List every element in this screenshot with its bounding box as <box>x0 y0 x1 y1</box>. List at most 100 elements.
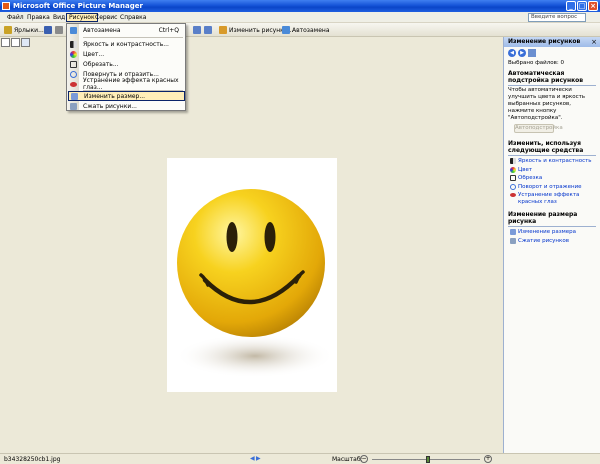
menu-file[interactable]: Файл <box>5 13 26 22</box>
menu-item-label: Сжать рисунки... <box>83 102 137 110</box>
minimize-button[interactable]: _ <box>566 1 576 11</box>
zoom-slider-thumb[interactable] <box>426 456 431 463</box>
ask-question-input[interactable]: Введите вопрос <box>528 13 586 22</box>
status-filename: b34328250cb1.jpg <box>4 456 61 463</box>
tool-link-label: Сжатие рисунков <box>518 237 569 244</box>
filmstrip-view-icon[interactable] <box>11 38 20 47</box>
menu-item-label: Автозамена <box>83 26 121 34</box>
resize-icon <box>71 92 78 100</box>
zoom-in-icon[interactable]: + <box>484 455 492 463</box>
menu-item-color[interactable]: Цвет... <box>68 49 185 59</box>
rotate-icon <box>510 183 516 190</box>
menu-view[interactable]: Вид <box>51 13 67 22</box>
back-arrow-icon[interactable]: ◀ <box>508 49 516 57</box>
color-icon <box>510 166 516 173</box>
tool-link-color[interactable]: Цвет <box>504 166 600 175</box>
menu-item-crop[interactable]: Обрезать... <box>68 59 185 69</box>
menu-bar: Файл Правка Вид Рисунок Сервис Справка В… <box>0 12 600 23</box>
tool-link-redeye[interactable]: Устранение эффекта красных глаз <box>504 191 600 206</box>
autocorrect-icon <box>282 26 290 34</box>
edit-pictures-task-pane: Изменение рисунков × ◀ ▶ Выбрано файлов:… <box>503 37 600 453</box>
auto-correct-description: Чтобы автоматически улучшить цвета и ярк… <box>508 87 586 121</box>
menu-edit[interactable]: Правка <box>25 13 52 22</box>
autocorrect-label: Автозамена <box>292 26 330 34</box>
shortcuts-icon <box>4 26 12 34</box>
print-button[interactable] <box>55 25 63 35</box>
zoom-slider-track[interactable] <box>372 456 480 463</box>
menu-help[interactable]: Справка <box>118 13 148 22</box>
compress-icon <box>70 102 77 110</box>
forward-arrow-icon[interactable]: ▶ <box>518 49 526 57</box>
menu-item-label: Яркость и контрастность... <box>83 40 169 48</box>
compress-icon <box>510 237 516 244</box>
color-icon <box>70 50 77 58</box>
task-pane-nav: ◀ ▶ <box>504 47 600 58</box>
menu-item-label: Обрезать... <box>83 60 119 68</box>
shortcuts-button[interactable]: Ярлыки... <box>4 25 44 35</box>
title-bar: Microsoft Office Picture Manager _ □ × <box>0 0 600 12</box>
tool-link-crop[interactable]: Обрезка <box>504 174 600 183</box>
menu-item-shortcut: Ctrl+Q <box>158 26 179 34</box>
close-button[interactable]: × <box>588 1 598 11</box>
home-icon[interactable] <box>528 49 536 57</box>
rotate-left-button[interactable] <box>193 25 201 35</box>
shortcuts-label: Ярлыки... <box>14 26 44 34</box>
print-icon <box>55 26 63 34</box>
selected-files-count: Выбрано файлов: 0 <box>508 60 564 66</box>
redeye-icon <box>70 81 77 87</box>
rotate-icon <box>70 70 77 78</box>
menu-item-label: Изменить размер... <box>84 92 146 100</box>
window-title: Microsoft Office Picture Manager <box>13 2 143 10</box>
resize-section-title: Изменение размера рисунка <box>508 211 596 227</box>
edit-pictures-icon <box>219 26 227 34</box>
menu-item-label: Устранение эффекта красных глаз... <box>83 77 179 91</box>
status-bar: b34328250cb1.jpg ◀ ▶ Масштаб: − + <box>0 453 600 464</box>
rotate-left-icon <box>193 26 201 34</box>
menu-separator <box>83 37 183 38</box>
resize-icon <box>510 229 516 235</box>
task-pane-close-icon[interactable]: × <box>591 37 597 47</box>
tool-link-label: Цвет <box>518 166 533 173</box>
autocorrect-button[interactable]: Автозамена <box>282 25 330 35</box>
zoom-label: Масштаб: <box>332 456 363 463</box>
rotate-right-icon <box>204 26 212 34</box>
tool-link-label: Устранение эффекта красных глаз <box>518 192 580 205</box>
maximize-button[interactable]: □ <box>577 1 587 11</box>
tool-link-rotate[interactable]: Поворот и отражение <box>504 183 600 192</box>
crop-icon <box>510 175 516 181</box>
autocorrect-icon <box>70 26 77 34</box>
thumbnail-view-icon[interactable] <box>1 38 10 47</box>
tool-link-label: Поворот и отражение <box>518 183 582 190</box>
brightness-icon <box>510 158 516 164</box>
crop-icon <box>70 60 77 68</box>
menu-item-resize[interactable]: Изменить размер... <box>68 91 185 101</box>
save-icon <box>44 26 52 34</box>
tool-link-brightness[interactable]: Яркость и контрастность <box>504 157 600 166</box>
task-pane-header: Изменение рисунков × <box>504 37 600 47</box>
auto-correct-button[interactable]: Автоподстройка <box>514 124 563 133</box>
tool-link-compress[interactable]: Сжатие рисунков <box>504 237 600 246</box>
rotate-right-button[interactable] <box>204 25 212 35</box>
smiley-photo[interactable] <box>167 158 337 392</box>
tool-link-label: Обрезка <box>518 175 543 181</box>
picture-manager-app-icon <box>2 2 10 10</box>
menu-item-autocorrect[interactable]: Автозамена Ctrl+Q <box>68 25 185 35</box>
tool-link-resize[interactable]: Изменение размера <box>504 228 600 237</box>
menu-item-label: Цвет... <box>83 50 105 58</box>
smiley-face-image <box>175 189 335 378</box>
single-picture-view-icon[interactable] <box>21 38 30 47</box>
redeye-icon <box>510 193 516 197</box>
brightness-icon <box>70 40 77 48</box>
previous-picture-icon[interactable]: ◀ <box>250 455 255 462</box>
zoom-out-icon[interactable]: − <box>360 455 368 463</box>
save-button[interactable] <box>44 25 52 35</box>
menu-item-compress[interactable]: Сжать рисунки... <box>68 101 185 111</box>
menu-tools[interactable]: Сервис <box>93 13 119 22</box>
task-pane-title: Изменение рисунков <box>508 38 581 45</box>
tool-link-label: Изменение размера <box>518 229 577 235</box>
next-picture-icon[interactable]: ▶ <box>256 455 261 462</box>
menu-item-redeye[interactable]: Устранение эффекта красных глаз... <box>68 77 185 91</box>
auto-correct-section-title: Автоматическая подстройка рисунков <box>508 70 596 86</box>
menu-item-brightness[interactable]: Яркость и контрастность... <box>68 39 185 49</box>
tools-section-title: Изменить, используя следующие средства <box>508 140 596 156</box>
